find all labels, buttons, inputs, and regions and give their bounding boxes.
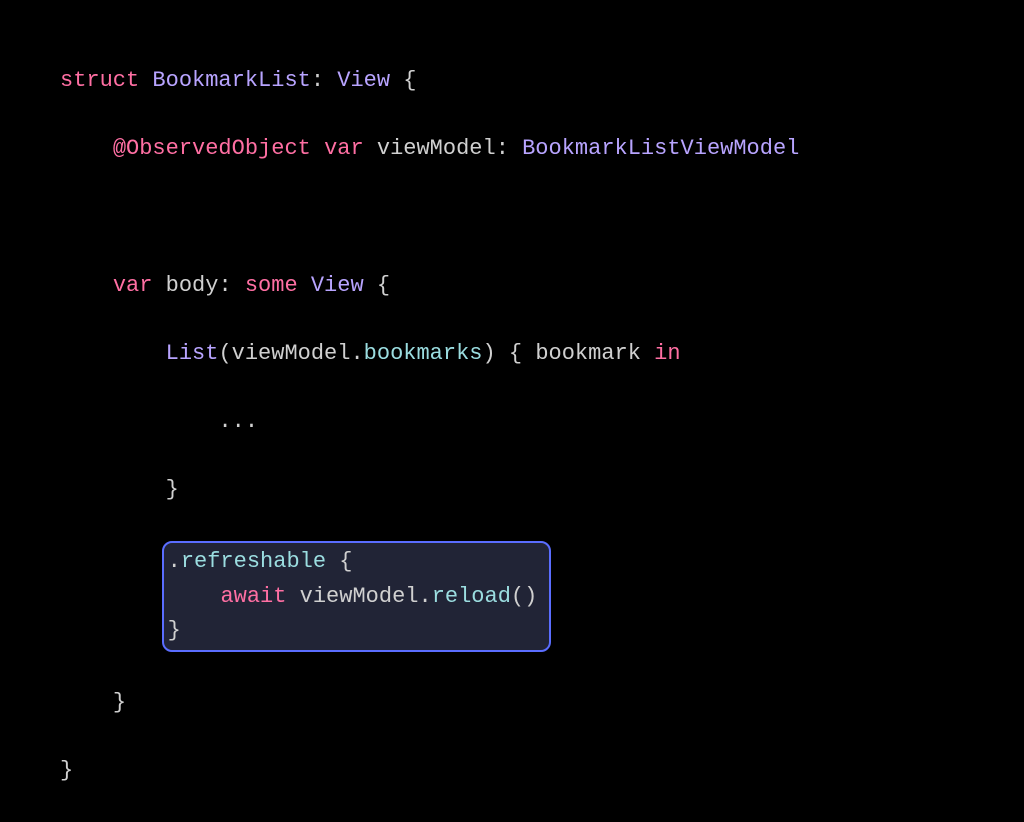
code-line: List(viewModel.bookmarks) { bookmark in	[60, 337, 964, 371]
brace-open: {	[339, 549, 352, 574]
code-line: }	[60, 754, 964, 788]
method: refreshable	[181, 549, 326, 574]
code-line: struct BookmarkList: View {	[60, 64, 964, 98]
protocol-name: View	[337, 68, 390, 93]
code-line-highlighted: .refreshable { await viewModel.reload() …	[60, 541, 964, 651]
type-name: List	[166, 341, 219, 366]
brace-close: }	[166, 477, 179, 502]
identifier: body	[166, 273, 219, 298]
identifier: viewModel	[232, 341, 351, 366]
brace-close: }	[168, 618, 181, 643]
dot: .	[350, 341, 363, 366]
identifier: viewModel	[377, 136, 496, 161]
code-line: }	[60, 686, 964, 720]
code-line: ...	[60, 405, 964, 439]
identifier: viewModel	[300, 584, 419, 609]
type-name: View	[311, 273, 364, 298]
brace-open: {	[377, 273, 390, 298]
colon: :	[496, 136, 509, 161]
ellipsis: ...	[218, 409, 258, 434]
dot: .	[418, 584, 431, 609]
brace-open: {	[509, 341, 522, 366]
keyword-struct: struct	[60, 68, 139, 93]
keyword-var: var	[324, 136, 364, 161]
colon: :	[218, 273, 231, 298]
brace-open: {	[403, 68, 416, 93]
closure-param: bookmark	[535, 341, 641, 366]
code-block: struct BookmarkList: View { @ObservedObj…	[60, 30, 964, 822]
keyword-await: await	[220, 584, 286, 609]
parens: ()	[511, 584, 537, 609]
code-line: @ObservedObject var viewModel: BookmarkL…	[60, 132, 964, 166]
type-name: BookmarkListViewModel	[522, 136, 799, 161]
dot: .	[168, 549, 181, 574]
keyword-var: var	[113, 273, 153, 298]
keyword-in: in	[654, 341, 680, 366]
paren: (	[218, 341, 231, 366]
code-line: var body: some View {	[60, 269, 964, 303]
code-line: }	[60, 473, 964, 507]
attribute: @ObservedObject	[113, 136, 311, 161]
brace-close: }	[113, 690, 126, 715]
highlight-box: .refreshable { await viewModel.reload() …	[162, 541, 552, 651]
brace-close: }	[60, 758, 73, 783]
method: reload	[432, 584, 511, 609]
colon: :	[311, 68, 324, 93]
paren: )	[483, 341, 496, 366]
keyword-some: some	[245, 273, 298, 298]
property: bookmarks	[364, 341, 483, 366]
blank-line	[60, 200, 964, 234]
type-name: BookmarkList	[152, 68, 310, 93]
